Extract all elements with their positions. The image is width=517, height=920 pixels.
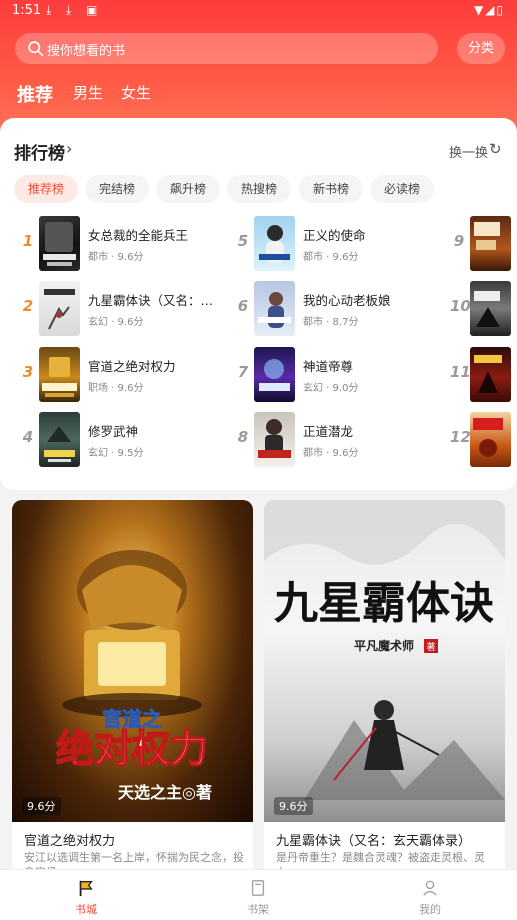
search-icon bbox=[28, 41, 44, 57]
chip-recommend[interactable]: 推荐榜 bbox=[14, 175, 78, 203]
user-icon bbox=[423, 880, 437, 896]
rank-item[interactable]: 10 bbox=[450, 281, 517, 337]
rank-number: 3 bbox=[22, 363, 34, 381]
refresh-button[interactable]: 换一换 bbox=[449, 142, 488, 161]
chip-hot-search[interactable]: 热搜榜 bbox=[227, 175, 291, 203]
nav-label: 我的 bbox=[419, 903, 441, 916]
cover-title-main: 绝对权力 bbox=[56, 727, 208, 771]
chip-finished[interactable]: 完结榜 bbox=[85, 175, 149, 203]
book-cover bbox=[470, 412, 511, 467]
rank-item[interactable]: 7 神道帝尊 玄幻 · 9.0分 bbox=[234, 347, 434, 403]
book-meta: 职场 · 9.6分 bbox=[88, 383, 144, 394]
book-cover bbox=[254, 347, 295, 402]
book-name: 官道之绝对权力 bbox=[88, 359, 176, 374]
rank-item[interactable]: 5 正义的使命 都市 · 9.6分 bbox=[234, 216, 434, 272]
cover-title: 九星霸体诀 bbox=[274, 578, 494, 629]
book-meta: 都市 · 9.6分 bbox=[303, 252, 359, 263]
system-icons: ▼◢▯ bbox=[473, 3, 505, 17]
nav-label: 书架 bbox=[247, 903, 269, 916]
book-cover bbox=[470, 216, 511, 271]
rank-number: 8 bbox=[237, 428, 249, 446]
rank-item[interactable]: 4 修罗武神 玄幻 · 9.5分 bbox=[19, 412, 219, 468]
book-cover: 官道之 绝对权力 天选之主◎著 bbox=[12, 500, 253, 822]
svg-text:著: 著 bbox=[426, 641, 435, 653]
book-name: 女总裁的全能兵王 bbox=[88, 228, 189, 243]
book-name: 修罗武神 bbox=[88, 424, 139, 439]
book-cover: 九星霸体诀 平凡魔术师 著 bbox=[264, 500, 505, 822]
book-meta: 都市 · 9.6分 bbox=[303, 448, 359, 459]
tab-recommend[interactable]: 推荐 bbox=[17, 81, 53, 107]
chevron-right-icon[interactable]: › bbox=[66, 139, 72, 158]
refresh-icon[interactable]: ↻ bbox=[489, 140, 502, 158]
ranking-title[interactable]: 排行榜 bbox=[14, 139, 65, 164]
book-cover bbox=[254, 412, 295, 467]
nav-label: 书城 bbox=[75, 903, 97, 916]
rank-item[interactable]: 2 九星霸体诀（又名：玄天霸体录） 玄幻 · 9.6分 bbox=[19, 281, 220, 337]
score-badge: 9.6分 bbox=[22, 797, 61, 815]
book-name: 正道潜龙 bbox=[303, 424, 354, 439]
bottom-navigation: 书城 书架 我的 bbox=[0, 869, 517, 920]
nav-bookshelf[interactable]: 书架 bbox=[213, 870, 303, 920]
book-cover bbox=[254, 281, 295, 336]
rank-item[interactable]: 6 我的心动老板娘 都市 · 8.7分 bbox=[234, 281, 434, 337]
book-cover bbox=[470, 281, 511, 336]
tab-male[interactable]: 男生 bbox=[73, 82, 103, 103]
book-meta: 玄幻 · 9.0分 bbox=[303, 383, 359, 394]
rank-item[interactable]: 11 bbox=[450, 347, 517, 403]
book-cover bbox=[39, 281, 80, 336]
rank-item[interactable]: 8 正道潜龙 都市 · 9.6分 bbox=[234, 412, 434, 468]
rank-item[interactable]: 3 官道之绝对权力 职场 · 9.6分 bbox=[19, 347, 219, 403]
chip-rising[interactable]: 飙升榜 bbox=[156, 175, 220, 203]
download-icon: ⤓ bbox=[66, 3, 72, 17]
score-badge: 9.6分 bbox=[274, 797, 313, 815]
rank-number: 9 bbox=[453, 232, 465, 250]
ranking-card: 排行榜 › 换一换 ↻ 推荐榜 完结榜 飙升榜 热搜榜 新书榜 必读榜 1 女总… bbox=[0, 118, 517, 490]
tab-female[interactable]: 女生 bbox=[121, 82, 151, 103]
nav-bookstore[interactable]: 书城 bbox=[41, 870, 131, 920]
book-meta: 都市 · 9.6分 bbox=[88, 252, 144, 263]
search-placeholder: 搜你想看的书 bbox=[47, 44, 126, 59]
book-cover bbox=[39, 347, 80, 402]
category-button[interactable]: 分类 bbox=[457, 33, 505, 64]
featured-book-card[interactable]: 九星霸体诀 平凡魔术师 著 9.6分 九星霸体诀（又名：玄天霸体录） 是丹帝重生… bbox=[264, 500, 505, 880]
rank-item[interactable]: 9 bbox=[450, 216, 517, 272]
rank-number: 2 bbox=[22, 297, 34, 315]
download-icon: ⤓ bbox=[46, 3, 52, 17]
book-cover bbox=[254, 216, 295, 271]
book-cover bbox=[470, 347, 511, 402]
chip-must-read[interactable]: 必读榜 bbox=[370, 175, 434, 203]
book-meta: 玄幻 · 9.6分 bbox=[88, 317, 144, 328]
rank-number: 12 bbox=[450, 428, 471, 446]
rank-item[interactable]: 12 bbox=[450, 412, 517, 468]
book-cover bbox=[39, 216, 80, 271]
cover-author: 天选之主◎著 bbox=[118, 783, 212, 802]
book-name: 神道帝尊 bbox=[303, 359, 354, 374]
book-meta: 玄幻 · 9.5分 bbox=[88, 448, 144, 459]
search-input[interactable]: 搜你想看的书 bbox=[15, 33, 438, 64]
book-name: 我的心动老板娘 bbox=[303, 293, 391, 308]
book-name: 正义的使命 bbox=[303, 228, 366, 243]
rank-number: 1 bbox=[22, 232, 34, 250]
featured-title: 九星霸体诀（又名：玄天霸体录） bbox=[276, 834, 472, 849]
book-meta: 都市 · 8.7分 bbox=[303, 317, 359, 328]
rank-number: 7 bbox=[237, 363, 249, 381]
flag-icon bbox=[79, 880, 93, 897]
rank-number: 11 bbox=[450, 363, 471, 381]
rank-number: 10 bbox=[450, 297, 471, 315]
status-bar: 1:51 ⤓ ⤓ ▣ ▼◢▯ bbox=[0, 0, 517, 22]
rank-item[interactable]: 1 女总裁的全能兵王 都市 · 9.6分 bbox=[19, 216, 219, 272]
chip-new[interactable]: 新书榜 bbox=[299, 175, 363, 203]
featured-book-card[interactable]: 官道之 绝对权力 天选之主◎著 9.6分 官道之绝对权力 安江以选调生第一名上岸… bbox=[12, 500, 253, 880]
rank-number: 4 bbox=[22, 428, 34, 446]
rank-number: 5 bbox=[237, 232, 249, 250]
status-time: 1:51 bbox=[12, 3, 42, 18]
app-notification-icon: ▣ bbox=[86, 3, 98, 17]
featured-title: 官道之绝对权力 bbox=[24, 834, 116, 849]
book-cover bbox=[39, 412, 80, 467]
cover-author: 平凡魔术师 bbox=[354, 638, 414, 653]
nav-profile[interactable]: 我的 bbox=[385, 870, 475, 920]
book-icon bbox=[251, 880, 265, 896]
rank-number: 6 bbox=[237, 297, 249, 315]
book-name: 九星霸体诀（又名：玄天霸体录） bbox=[88, 293, 220, 308]
